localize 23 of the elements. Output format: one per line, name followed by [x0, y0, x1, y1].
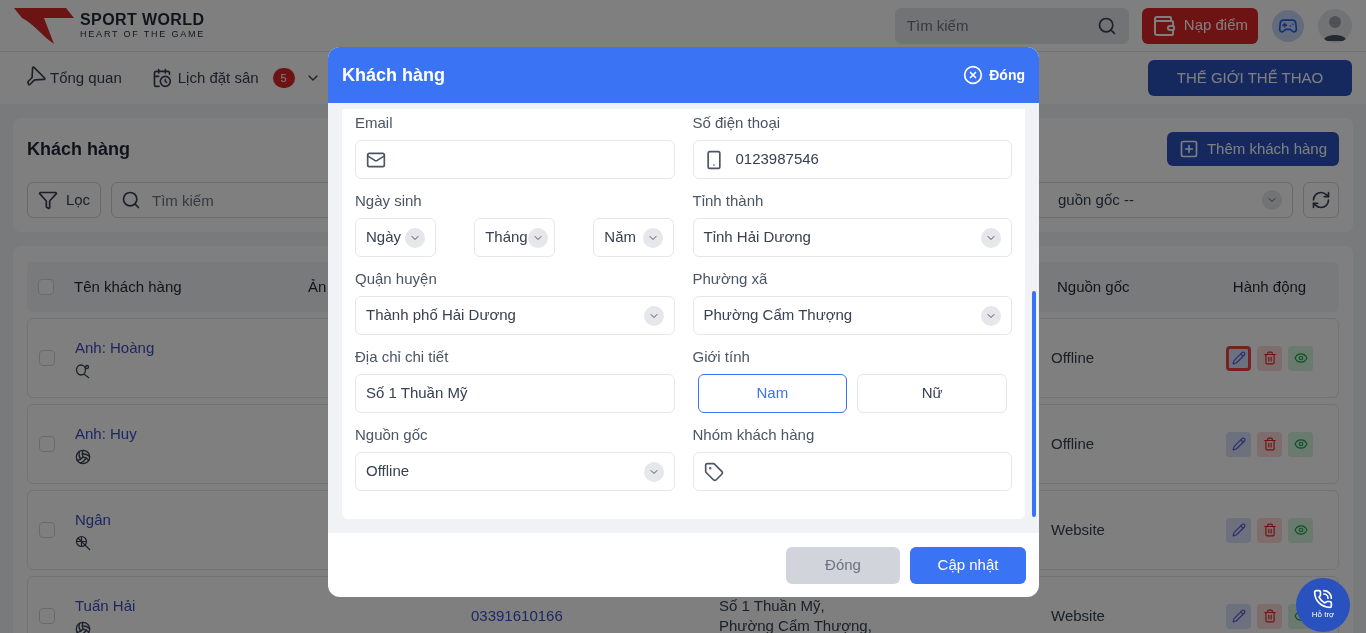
column-header: Ản — [308, 278, 327, 295]
field-label: Ngày sinh — [355, 191, 423, 211]
source-text: Offline — [1051, 349, 1095, 366]
column-header: Nguồn gốc — [1057, 278, 1130, 295]
address-line: Số 1 Thuần Mỹ, — [719, 596, 826, 616]
field-label: Nguồn gốc — [355, 425, 429, 445]
dialog-title: Khách hàng — [342, 63, 445, 87]
phone-number: 03391610166 — [471, 607, 563, 624]
field-label: Quận huyện — [355, 269, 438, 289]
field-label: Số điện thoại — [692, 113, 782, 133]
source-text: Website — [1051, 521, 1105, 538]
page-title: Khách hàng — [27, 137, 130, 161]
column-header: Tên khách hàng — [74, 278, 182, 295]
count-badge: 5 — [272, 68, 295, 88]
field-label: Nhóm khách hàng — [692, 425, 816, 445]
field-label: Giới tính — [692, 347, 751, 367]
source-text: Website — [1051, 607, 1105, 624]
field-label: Tỉnh thành — [692, 191, 765, 211]
field-label: Email — [355, 113, 394, 133]
field-label: Phường xã — [692, 269, 769, 289]
column-header: Hành động — [1232, 276, 1307, 297]
source-text: Offline — [1051, 435, 1095, 452]
field-label: Địa chỉ chi tiết — [355, 347, 450, 367]
